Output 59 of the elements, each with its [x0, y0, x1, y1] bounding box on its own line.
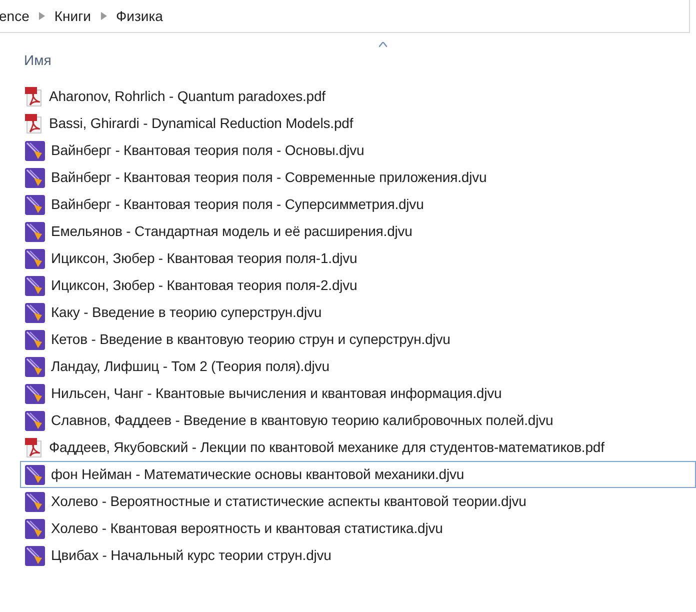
- file-item[interactable]: Ициксон, Зюбер - Квантовая теория поля-1.djvu: [20, 245, 696, 272]
- djvu-file-icon: [25, 464, 45, 484]
- chevron-icon: [101, 12, 107, 20]
- djvu-file-icon: [25, 546, 45, 566]
- file-item[interactable]: фон Нейман - Математические основы квантовой механики.djvu: [20, 461, 696, 488]
- file-item[interactable]: Каку - Введение в теорию суперструн.djvu: [20, 299, 696, 326]
- file-name: Нильсен, Чанг - Квантовые вычисления и квантовая информация.djvu: [51, 384, 502, 403]
- file-name: Славнов, Фаддеев - Введение в квантовую теорию калибровочных полей.djvu: [51, 411, 554, 430]
- file-name: Aharonov, Rohrlich - Quantum paradoxes.pdf: [49, 87, 326, 106]
- file-item[interactable]: Холево - Вероятностные и статистические аспекты квантовой теории.djvu: [20, 488, 696, 515]
- file-item[interactable]: Холево - Квантовая вероятность и квантовая статистика.djvu: [20, 515, 696, 542]
- file-name: Фаддеев, Якубовский - Лекции по квантовой механике для студентов-математиков.pdf: [49, 438, 604, 457]
- breadcrumb-item[interactable]: Физика: [116, 6, 163, 26]
- file-item[interactable]: Bassi, Ghirardi - Dynamical Reduction Models.pdf: [20, 110, 696, 137]
- file-name: Холево - Вероятностные и статистические аспекты квантовой теории.djvu: [51, 492, 526, 511]
- file-name: Цвибах - Начальный курс теории струн.djvu: [51, 546, 332, 565]
- column-header[interactable]: Имя: [24, 50, 52, 71]
- chevron-icon: [39, 12, 46, 20]
- file-name: Вайнберг - Квантовая теория поля - Современные приложения.djvu: [51, 168, 487, 187]
- file-name: Емельянов - Стандартная модель и её расширения.djvu: [51, 222, 412, 241]
- pdf-file-icon: [25, 114, 43, 134]
- pdf-file-icon: [25, 86, 43, 106]
- djvu-file-icon: [25, 168, 45, 188]
- file-item[interactable]: Вайнберг - Квантовая теория поля - Современные приложения.djvu: [20, 164, 696, 191]
- file-name: Холево - Квантовая вероятность и квантовая статистика.djvu: [51, 519, 443, 538]
- file-name: фон Нейман - Математические основы квантовой механики.djvu: [51, 465, 464, 484]
- djvu-file-icon: [25, 518, 45, 538]
- djvu-file-icon: [25, 248, 45, 268]
- file-name: Ициксон, Зюбер - Квантовая теория поля-2.djvu: [51, 276, 358, 295]
- file-name: Ициксон, Зюбер - Квантовая теория поля-1.djvu: [51, 249, 358, 268]
- file-item[interactable]: Aharonov, Rohrlich - Quantum paradoxes.pdf: [20, 83, 696, 110]
- file-name: Кетов - Введение в квантовую теорию струн и суперструн.djvu: [51, 330, 450, 349]
- file-name: Каку - Введение в теорию суперструн.djvu: [51, 303, 322, 322]
- file-item[interactable]: Ландау, Лифшиц - Том 2 (Теория поля).djvu: [20, 353, 696, 380]
- djvu-file-icon: [25, 194, 45, 214]
- file-item[interactable]: Вайнберг - Квантовая теория поля - Основы.djvu: [20, 137, 696, 164]
- djvu-file-icon: [25, 356, 45, 376]
- djvu-file-icon: [25, 384, 45, 404]
- breadcrumb-item[interactable]: Книги: [54, 6, 91, 26]
- djvu-file-icon: [25, 492, 45, 512]
- file-item[interactable]: Цвибах - Начальный курс теории струн.djvu: [20, 542, 696, 569]
- djvu-file-icon: [25, 222, 45, 242]
- djvu-file-icon: [25, 140, 45, 160]
- file-name: Вайнберг - Квантовая теория поля - Основы.djvu: [51, 141, 364, 160]
- djvu-file-icon: [25, 330, 45, 350]
- file-item[interactable]: Кетов - Введение в квантовую теорию струн и суперструн.djvu: [20, 326, 696, 353]
- file-name: Ландау, Лифшиц - Том 2 (Теория поля).djvu: [51, 357, 330, 376]
- djvu-file-icon: [25, 410, 45, 430]
- djvu-file-icon: [25, 276, 45, 296]
- pdf-file-icon: [25, 438, 43, 458]
- file-item[interactable]: Ициксон, Зюбер - Квантовая теория поля-2.djvu: [20, 272, 696, 299]
- file-item[interactable]: Емельянов - Стандартная модель и её расширения.djvu: [20, 218, 696, 245]
- file-item[interactable]: Нильсен, Чанг - Квантовые вычисления и квантовая информация.djvu: [20, 380, 696, 407]
- file-item[interactable]: Фаддеев, Якубовский - Лекции по квантовой механике для студентов-математиков.pdf: [20, 434, 696, 461]
- file-item[interactable]: Славнов, Фаддеев - Введение в квантовую теорию калибровочных полей.djvu: [20, 407, 696, 434]
- djvu-file-icon: [25, 302, 45, 322]
- file-name: Bassi, Ghirardi - Dynamical Reduction Models.pdf: [49, 114, 354, 133]
- file-item[interactable]: Вайнберг - Квантовая теория поля - Суперсимметрия.djvu: [20, 191, 696, 218]
- file-name: Вайнберг - Квантовая теория поля - Суперсимметрия.djvu: [51, 195, 424, 214]
